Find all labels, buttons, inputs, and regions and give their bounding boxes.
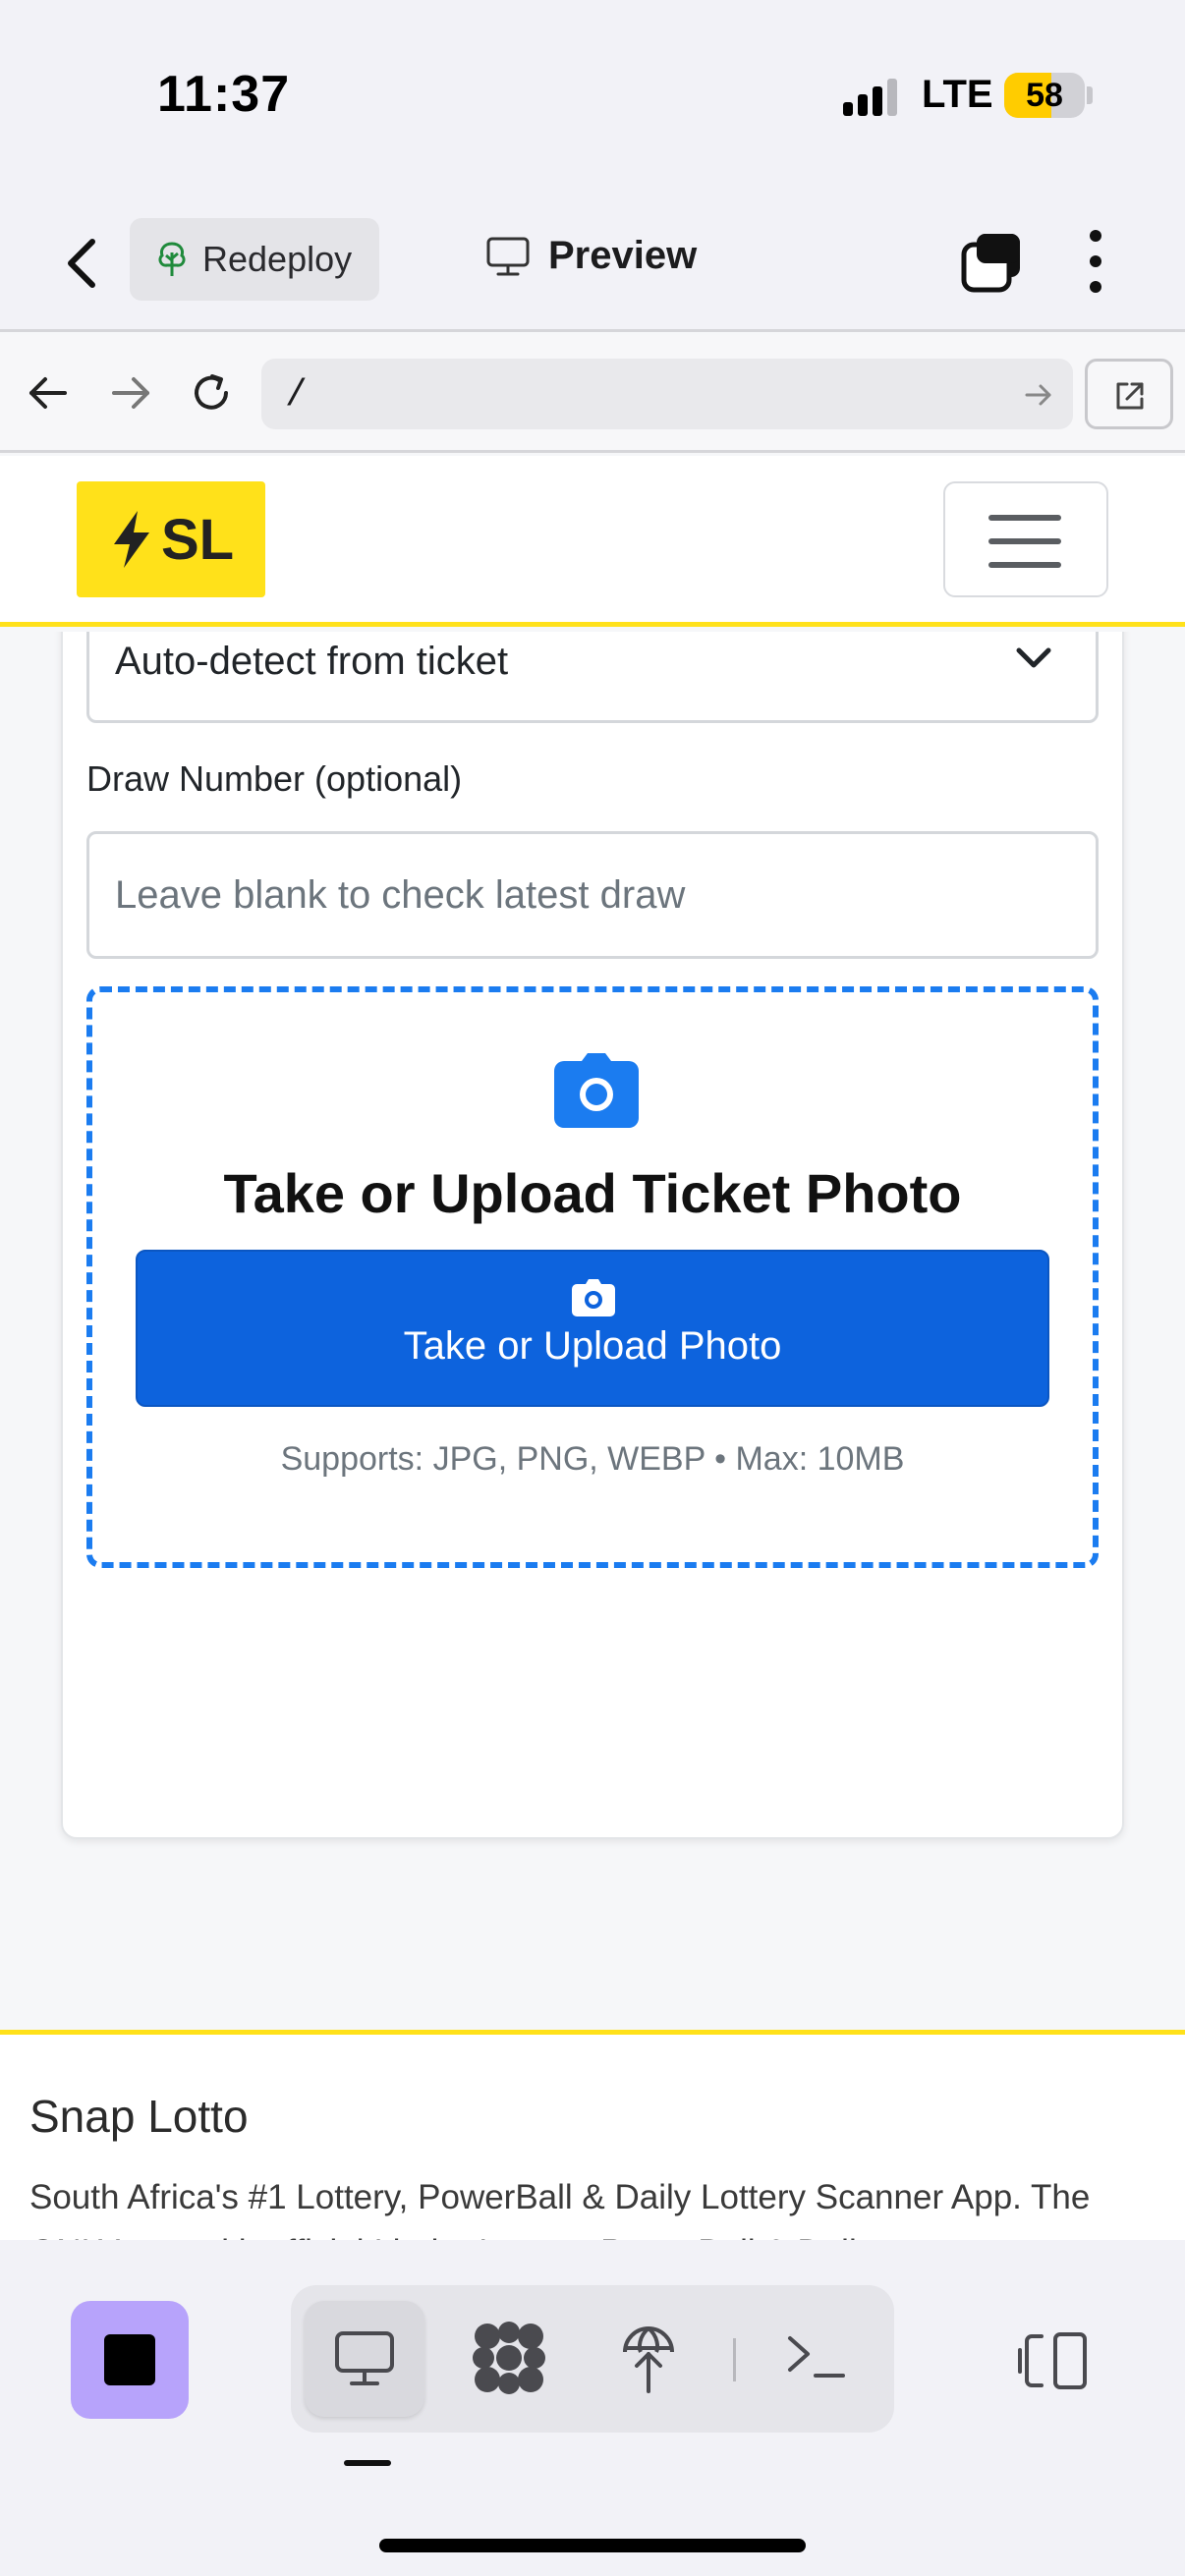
- lightning-icon: [113, 511, 149, 568]
- more-vertical-icon[interactable]: [1081, 230, 1110, 295]
- battery-percent: 58: [1026, 77, 1063, 114]
- go-arrow-icon[interactable]: [1024, 380, 1053, 410]
- upload-hint: Supports: JPG, PNG, WEBP • Max: 10MB: [280, 1440, 905, 1478]
- hamburger-icon: [988, 515, 1061, 521]
- camera-icon: [554, 1053, 639, 1128]
- preview-label: Preview: [548, 234, 698, 277]
- tree-icon: [158, 242, 186, 276]
- site-footer: Snap Lotto South Africa's #1 Lottery, Po…: [0, 2030, 1185, 2242]
- draw-number-input[interactable]: [89, 834, 1096, 956]
- chevron-left-icon[interactable]: [63, 236, 102, 291]
- tabs-icon[interactable]: [961, 232, 1022, 293]
- url-text: /: [285, 374, 308, 417]
- bottom-toolbar: [0, 2240, 1185, 2576]
- monitor-icon: [335, 2331, 394, 2385]
- lottery-select-value: Auto-detect from ticket: [115, 640, 509, 683]
- battery-cap: [1087, 86, 1093, 104]
- lottery-select[interactable]: Auto-detect from ticket: [86, 632, 1099, 723]
- upload-dropzone[interactable]: Take or Upload Ticket Photo Take or Uplo…: [86, 986, 1099, 1568]
- upload-button-label: Take or Upload Photo: [403, 1324, 782, 1368]
- brand-logo[interactable]: SL: [77, 481, 265, 597]
- open-external-button[interactable]: [1085, 359, 1173, 429]
- tool-preview-button[interactable]: [305, 2301, 424, 2417]
- arrow-right-icon[interactable]: [108, 370, 153, 416]
- signal-icon: [843, 79, 902, 116]
- editor-toolbar: Redeploy Preview: [0, 187, 1185, 332]
- redeploy-button[interactable]: Redeploy: [130, 218, 379, 301]
- menu-toggle-button[interactable]: [943, 481, 1108, 597]
- camera-icon: [572, 1279, 615, 1316]
- redeploy-label: Redeploy: [202, 239, 353, 279]
- upload-heading: Take or Upload Ticket Photo: [223, 1162, 962, 1224]
- card-viewport: Auto-detect from ticket Draw Number (opt…: [0, 632, 1185, 2032]
- browser-bar: /: [0, 335, 1185, 453]
- monitor-icon: [486, 237, 530, 275]
- split-view-icon[interactable]: [1018, 2330, 1089, 2391]
- app-navbar: SL: [0, 456, 1185, 627]
- chevron-down-icon: [1016, 647, 1051, 668]
- footer-description: South Africa's #1 Lottery, PowerBall & D…: [29, 2178, 1091, 2242]
- tool-switcher: [291, 2285, 894, 2433]
- stop-button[interactable]: [71, 2301, 189, 2419]
- status-time: 11:37: [157, 66, 291, 123]
- preview-tab[interactable]: Preview: [485, 234, 697, 278]
- reload-icon[interactable]: [189, 370, 234, 416]
- tool-divider: [733, 2338, 736, 2381]
- brand-text: SL: [160, 507, 235, 572]
- footer-title: Snap Lotto: [29, 2091, 249, 2142]
- home-indicator: [379, 2539, 806, 2552]
- url-field[interactable]: /: [261, 359, 1073, 429]
- draw-number-field: [86, 831, 1099, 959]
- battery-icon: 58: [1004, 73, 1085, 118]
- arrow-left-icon[interactable]: [26, 370, 71, 416]
- terminal-icon[interactable]: [786, 2332, 847, 2381]
- stop-icon: [104, 2334, 155, 2385]
- agent-icon[interactable]: [472, 2321, 546, 2395]
- status-bar: 11:37 LTE 58: [0, 0, 1185, 187]
- draw-number-label: Draw Number (optional): [86, 758, 463, 799]
- active-tool-indicator: [344, 2460, 391, 2466]
- external-link-icon: [1116, 382, 1144, 410]
- deploy-icon[interactable]: [619, 2319, 678, 2395]
- upload-photo-button[interactable]: Take or Upload Photo: [136, 1250, 1049, 1407]
- network-type: LTE: [922, 73, 993, 116]
